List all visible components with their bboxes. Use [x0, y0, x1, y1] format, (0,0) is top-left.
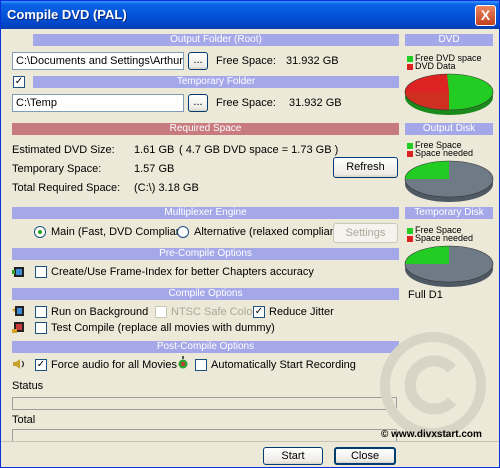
reduce-jitter-label: Reduce Jitter: [269, 306, 334, 318]
test-compile-icon: [12, 322, 24, 333]
temp-free-space-label: Free Space:: [216, 97, 276, 109]
audio-speaker-icon: [13, 359, 25, 369]
reduce-jitter-checkbox[interactable]: ✓: [253, 306, 265, 318]
window-close-button[interactable]: X: [475, 5, 496, 26]
dvd-space-note: ( 4.7 GB DVD space = 1.73 GB ): [179, 144, 339, 156]
auto-start-recording-label: Automatically Start Recording: [211, 359, 356, 371]
window-title: Compile DVD (PAL): [7, 7, 127, 22]
legend-swatch: [407, 235, 413, 242]
start-button[interactable]: Start: [263, 447, 323, 465]
background-run-icon: [12, 306, 24, 316]
compile-dvd-window: Compile DVD (PAL) X Output Folder (Root)…: [0, 0, 500, 468]
output-folder-browse-button[interactable]: ...: [188, 52, 208, 70]
test-compile-label: Test Compile (replace all movies with du…: [51, 322, 275, 334]
refresh-button[interactable]: Refresh: [333, 157, 398, 178]
ntsc-safe-color-checkbox[interactable]: [155, 306, 167, 318]
format-label: Full D1: [408, 289, 443, 301]
temp-disk-free-slice: [405, 246, 449, 264]
multiplexer-main-label: Main (Fast, DVD Compliant): [51, 226, 189, 238]
copyright-watermark-icon: [380, 332, 486, 438]
output-free-space-value: 31.932 GB: [286, 55, 339, 67]
check-icon: ✓: [36, 359, 46, 370]
temp-disk-header: Temporary Disk: [405, 207, 493, 219]
multiplexer-alternative-radio[interactable]: [177, 226, 189, 238]
post-compile-header: Post-Compile Options: [12, 341, 399, 353]
frame-index-checkbox[interactable]: [35, 266, 47, 278]
required-space-header: Required Space: [12, 123, 399, 135]
dvd-pie-header: DVD: [405, 34, 493, 46]
multiplexer-engine-header: Multiplexer Engine: [12, 207, 399, 219]
multiplexer-main-radio[interactable]: [34, 226, 46, 238]
run-on-background-label: Run on Background: [51, 306, 149, 318]
legend-swatch: [407, 150, 413, 157]
temporary-space-label: Temporary Space:: [12, 163, 102, 175]
frame-index-label: Create/Use Frame-Index for better Chapte…: [51, 266, 314, 278]
compile-options-header: Compile Options: [12, 288, 399, 300]
record-icon: [178, 356, 188, 369]
run-on-background-checkbox[interactable]: [35, 306, 47, 318]
output-folder-header: Output Folder (Root): [33, 34, 399, 46]
temp-folder-path-field[interactable]: C:\Temp: [12, 94, 184, 112]
check-icon: ✓: [254, 306, 264, 317]
output-disk-legend-needed: Space needed: [407, 148, 473, 158]
output-disk-pie-chart: [404, 160, 494, 202]
check-icon: ✓: [14, 76, 24, 87]
watermark-text: © www.divxstart.com: [381, 429, 482, 440]
total-required-space-label: Total Required Space:: [12, 182, 121, 194]
temp-folder-browse-button[interactable]: ...: [188, 94, 208, 112]
ntsc-safe-color-label: NTSC Safe Color: [171, 306, 256, 318]
dvd-data-slice-lower: [405, 92, 449, 110]
total-required-space-value: (C:\) 3.18 GB: [134, 182, 199, 194]
temp-free-space-value: 31.932 GB: [289, 97, 342, 109]
close-button[interactable]: Close: [334, 447, 396, 465]
output-disk-free-slice: [405, 161, 449, 179]
multiplexer-alternative-label: Alternative (relaxed compliancy): [194, 226, 351, 238]
force-audio-label: Force audio for all Movies: [51, 359, 177, 371]
force-audio-checkbox[interactable]: ✓: [35, 359, 47, 371]
temp-disk-pie-chart: [404, 245, 494, 287]
legend-label: Space needed: [415, 233, 474, 243]
output-disk-header: Output Disk: [405, 123, 493, 135]
title-bar[interactable]: Compile DVD (PAL) X: [1, 1, 499, 29]
status-label: Status: [12, 380, 44, 392]
dvd-pie-chart: [404, 73, 494, 115]
pre-compile-header: Pre-Compile Options: [12, 248, 399, 260]
output-folder-path-field[interactable]: C:\Documents and Settings\Arthur de Brui: [12, 52, 184, 70]
total-label: Total: [12, 414, 36, 426]
legend-label: Space needed: [415, 148, 474, 158]
estimated-dvd-size-value: 1.61 GB: [134, 144, 175, 156]
auto-start-recording-checkbox[interactable]: [195, 359, 207, 371]
dvd-data-slice: [404, 74, 449, 92]
temp-folder-header: Temporary Folder: [33, 76, 399, 88]
legend-swatch: [407, 63, 413, 70]
estimated-dvd-size-label: Estimated DVD Size:: [12, 144, 115, 156]
temporary-space-value: 1.57 GB: [134, 163, 175, 175]
frame-index-icon: [12, 267, 24, 277]
legend-label: DVD Data: [415, 61, 456, 71]
status-progress-bar: [12, 397, 397, 410]
test-compile-checkbox[interactable]: [35, 322, 47, 334]
temp-folder-checkbox[interactable]: ✓: [13, 76, 25, 88]
dvd-legend-data: DVD Data: [407, 61, 456, 71]
bottom-separator: [1, 441, 499, 442]
output-free-space-label: Free Space:: [216, 55, 276, 67]
temp-disk-legend-needed: Space needed: [407, 233, 473, 243]
settings-button[interactable]: Settings: [333, 223, 398, 243]
